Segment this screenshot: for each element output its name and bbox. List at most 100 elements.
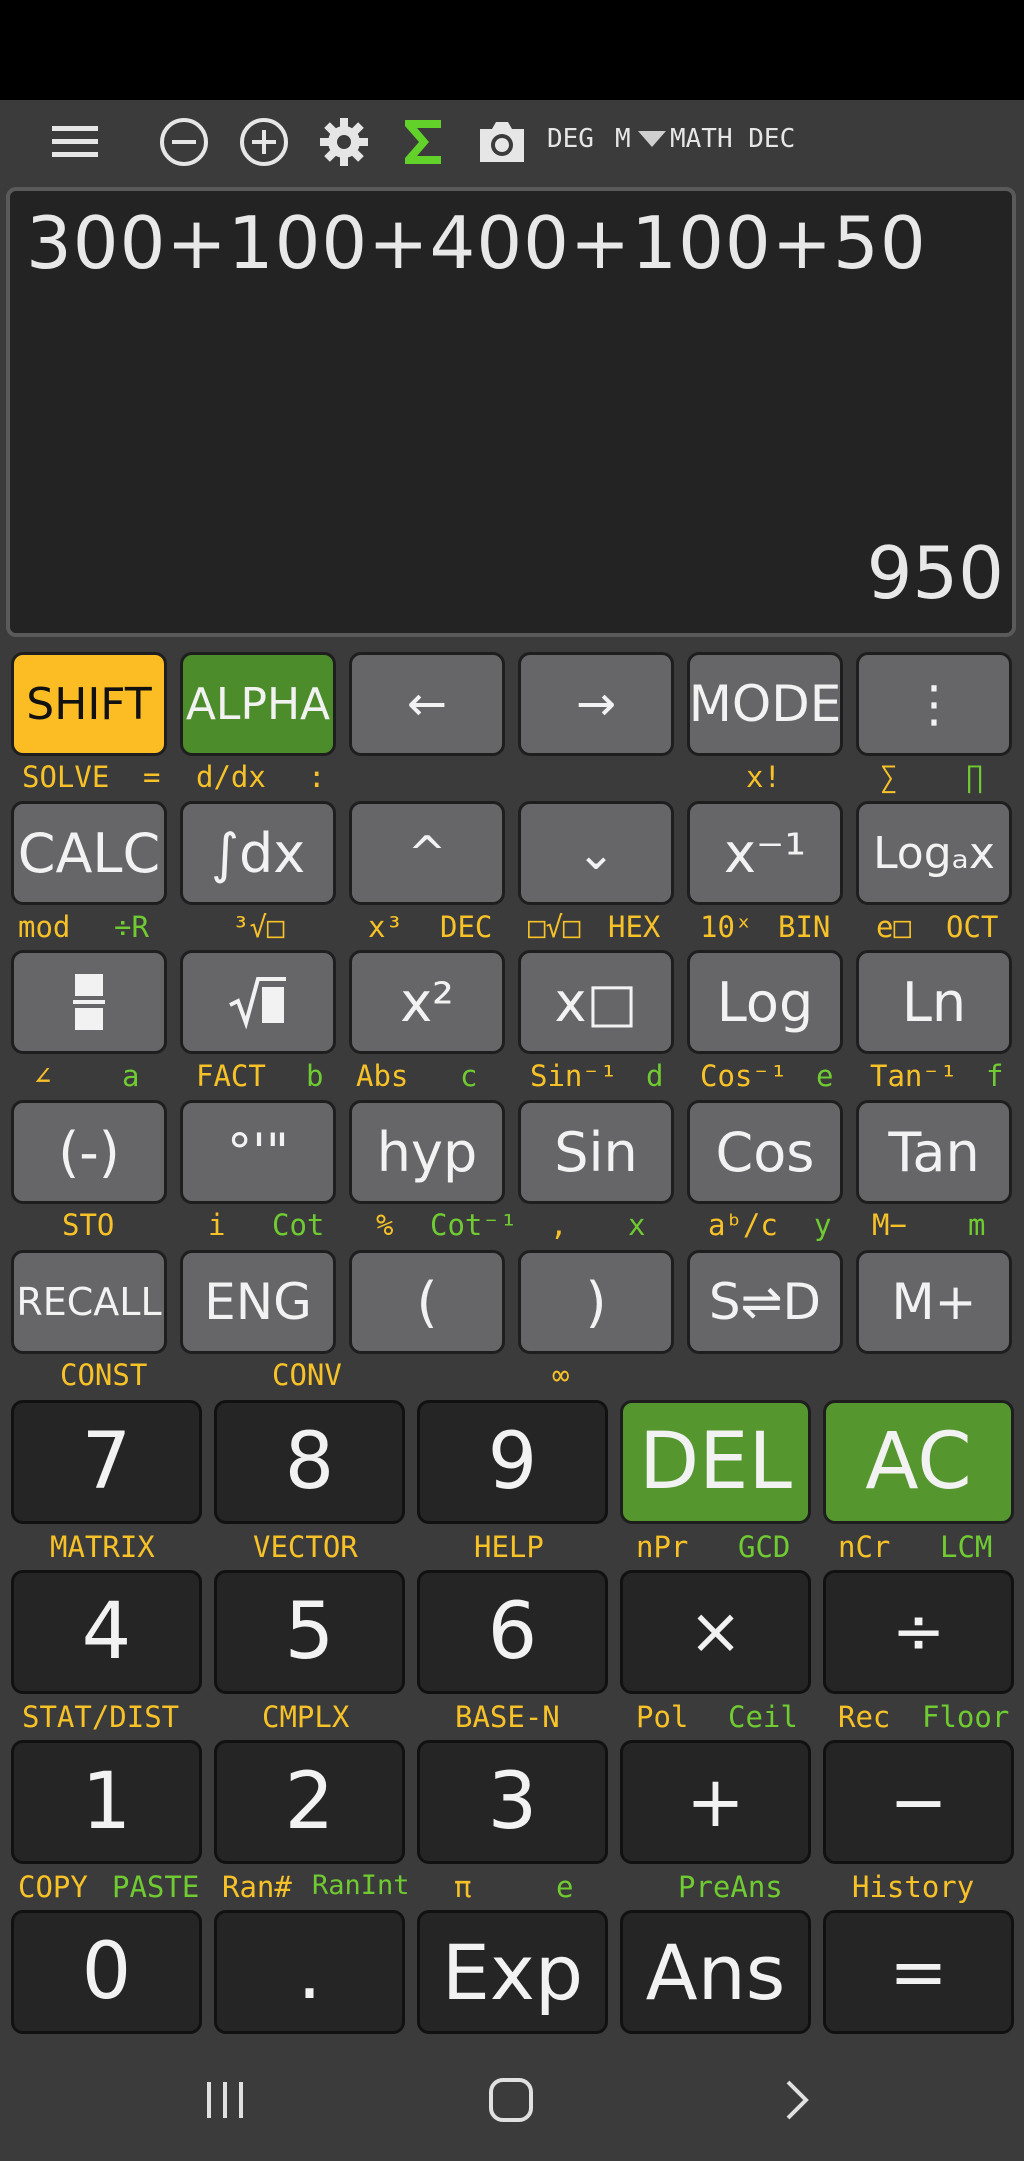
digit-8-button[interactable]: 8 <box>214 1400 405 1524</box>
multiply-button[interactable]: × <box>620 1570 811 1694</box>
calc-mode[interactable]: MATH DEC <box>670 124 795 154</box>
cursor-left-button[interactable]: ← <box>349 652 505 756</box>
label-ncr: nCr <box>838 1530 891 1564</box>
integral-button[interactable]: ∫dx <box>180 801 336 905</box>
negative-button[interactable]: (-) <box>11 1100 167 1204</box>
label-angle: ∠ <box>34 1059 52 1093</box>
camera-icon[interactable] <box>474 114 530 170</box>
open-paren-button[interactable]: ( <box>349 1250 505 1354</box>
gear-icon[interactable] <box>316 114 372 170</box>
log-base-button[interactable]: Logₐx <box>856 801 1012 905</box>
label-pi: π <box>454 1870 472 1904</box>
cos-button[interactable]: Cos <box>687 1100 843 1204</box>
sqrt-button[interactable] <box>180 950 336 1054</box>
label-var-e: e <box>816 1059 834 1093</box>
ln-button[interactable]: Ln <box>856 950 1012 1054</box>
s-to-d-button[interactable]: S⇌D <box>687 1250 843 1354</box>
label-cot: Cot <box>272 1208 325 1242</box>
back-icon[interactable] <box>762 2075 832 2125</box>
minus-button[interactable]: − <box>823 1740 1014 1864</box>
label-var-a: a <box>122 1059 140 1093</box>
zoom-out-icon[interactable] <box>156 114 212 170</box>
label-help: HELP <box>474 1530 544 1564</box>
calc-button[interactable]: CALC <box>11 801 167 905</box>
label-solve: SOLVE <box>22 760 110 794</box>
all-clear-button[interactable]: AC <box>823 1400 1014 1524</box>
more-options-button[interactable]: ⋮ <box>856 652 1012 756</box>
plus-button[interactable]: + <box>620 1740 811 1864</box>
mode-button[interactable]: MODE <box>687 652 843 756</box>
eng-button[interactable]: ENG <box>180 1250 336 1354</box>
delete-button[interactable]: DEL <box>620 1400 811 1524</box>
label-preans: PreAns <box>678 1870 783 1904</box>
sigma-icon[interactable] <box>398 112 448 172</box>
cursor-right-button[interactable]: → <box>518 652 674 756</box>
divide-button[interactable]: ÷ <box>823 1570 1014 1694</box>
tan-button[interactable]: Tan <box>856 1100 1012 1204</box>
menu-icon[interactable] <box>46 116 104 168</box>
label-equals: = <box>143 760 161 794</box>
label-npr: nPr <box>636 1530 689 1564</box>
digit-5-button[interactable]: 5 <box>214 1570 405 1694</box>
label-sto: STO <box>62 1208 115 1242</box>
label-rec: Rec <box>838 1700 891 1734</box>
label-ranint: RanInt <box>312 1870 410 1901</box>
label-var-y: y <box>814 1208 832 1242</box>
decimal-point-button[interactable]: . <box>214 1910 405 2034</box>
reciprocal-button[interactable]: x⁻¹ <box>687 801 843 905</box>
label-floor: Floor <box>922 1700 1010 1734</box>
result-line: 950 <box>866 531 1004 615</box>
ans-button[interactable]: Ans <box>620 1910 811 2034</box>
label-var-m: m <box>968 1208 986 1242</box>
label-ddx: d/dx <box>196 760 266 794</box>
label-var-c: c <box>460 1059 478 1093</box>
label-percent: % <box>376 1208 394 1242</box>
label-sum: ∑ <box>880 760 898 794</box>
recall-button[interactable]: RECALL <box>11 1250 167 1354</box>
m-plus-button[interactable]: M+ <box>856 1250 1012 1354</box>
label-bin: BIN <box>778 910 831 944</box>
dropdown-icon[interactable] <box>636 128 668 150</box>
digit-3-button[interactable]: 3 <box>417 1740 608 1864</box>
cursor-up-button[interactable]: ^ <box>349 801 505 905</box>
label-arctan: Tan⁻¹ <box>870 1059 958 1093</box>
digit-1-button[interactable]: 1 <box>11 1740 202 1864</box>
label-copy: COPY <box>18 1870 88 1904</box>
label-nth-root: □√□ <box>528 910 581 944</box>
label-pol: Pol <box>636 1700 689 1734</box>
cursor-down-button[interactable]: ⌄ <box>518 801 674 905</box>
log-button[interactable]: Log <box>687 950 843 1054</box>
digit-7-button[interactable]: 7 <box>11 1400 202 1524</box>
label-comma: , <box>550 1208 568 1242</box>
equals-button[interactable]: = <box>823 1910 1014 2034</box>
display-screen[interactable]: 300+100+400+100+50 950 <box>6 187 1016 637</box>
exp-button[interactable]: Exp <box>417 1910 608 2034</box>
zoom-in-icon[interactable] <box>236 114 292 170</box>
sin-button[interactable]: Sin <box>518 1100 674 1204</box>
close-paren-button[interactable]: ) <box>518 1250 674 1354</box>
hyp-button[interactable]: hyp <box>349 1100 505 1204</box>
power-button[interactable]: x□ <box>518 950 674 1054</box>
degrees-button[interactable]: °'" <box>180 1100 336 1204</box>
label-lcm: LCM <box>940 1530 993 1564</box>
expression-line: 300+100+400+100+50 <box>26 201 927 285</box>
home-icon[interactable] <box>476 2072 546 2128</box>
label-dec: DEC <box>440 910 493 944</box>
label-cmplx: CMPLX <box>262 1700 350 1734</box>
square-button[interactable]: x² <box>349 950 505 1054</box>
label-oct: OCT <box>946 910 999 944</box>
label-var-d: d <box>646 1059 664 1093</box>
alpha-button[interactable]: ALPHA <box>180 652 336 756</box>
label-product: ∏ <box>966 760 984 794</box>
digit-6-button[interactable]: 6 <box>417 1570 608 1694</box>
digit-4-button[interactable]: 4 <box>11 1570 202 1694</box>
label-const: CONST <box>60 1358 148 1392</box>
shift-button[interactable]: SHIFT <box>11 652 167 756</box>
fraction-button[interactable] <box>11 950 167 1054</box>
digit-9-button[interactable]: 9 <box>417 1400 608 1524</box>
label-hex: HEX <box>608 910 661 944</box>
recents-icon[interactable] <box>190 2075 260 2125</box>
digit-0-button[interactable]: 0 <box>11 1910 202 2034</box>
digit-2-button[interactable]: 2 <box>214 1740 405 1864</box>
angle-mode[interactable]: DEG <box>547 124 594 154</box>
